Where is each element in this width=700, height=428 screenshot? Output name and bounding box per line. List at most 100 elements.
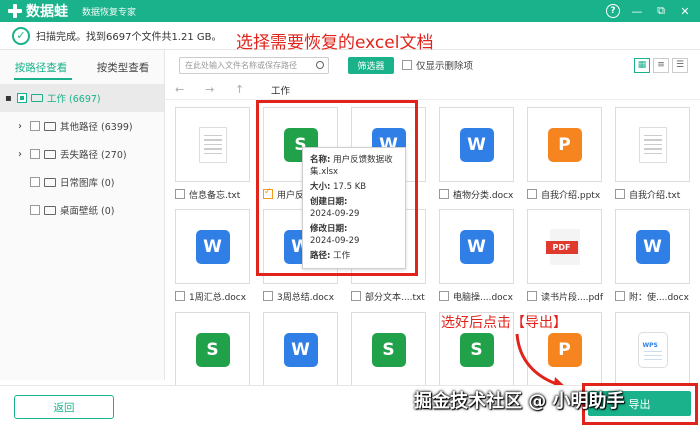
sidebar-tabs: 按路径查看 按类型查看 bbox=[0, 50, 164, 84]
filter-button[interactable]: 筛选器 bbox=[348, 56, 394, 74]
file-checkbox[interactable] bbox=[439, 291, 449, 301]
file-card[interactable]: W bbox=[439, 107, 514, 182]
pdf-file-icon: PDF bbox=[545, 228, 580, 265]
file-toolbar: 在此处输入文件名称或保存路径 筛选器 仅显示删除项 ▦ ≡ ☰ bbox=[165, 50, 700, 80]
tree-checkbox[interactable] bbox=[30, 149, 40, 159]
tree-checkbox[interactable] bbox=[17, 93, 27, 103]
file-card[interactable] bbox=[615, 107, 690, 182]
annotation-export-hint: 选好后点击【导出】 bbox=[441, 315, 567, 331]
file-name: 读书片段....pdf bbox=[541, 292, 604, 303]
file-card[interactable]: S bbox=[175, 312, 250, 385]
file-checkbox[interactable] bbox=[263, 291, 273, 301]
folder-icon bbox=[44, 205, 56, 215]
drive-icon bbox=[31, 94, 43, 102]
file-label[interactable]: 部分文本....txt bbox=[351, 289, 425, 303]
file-label[interactable]: 信息备忘.txt bbox=[175, 187, 240, 201]
file-card[interactable]: WPS bbox=[615, 312, 690, 385]
file-checkbox[interactable] bbox=[439, 189, 449, 199]
show-deleted-label: 仅显示删除项 bbox=[416, 61, 474, 72]
file-card[interactable]: S bbox=[351, 312, 426, 385]
forward-arrow-icon[interactable]: → bbox=[205, 83, 225, 96]
file-checkbox[interactable] bbox=[615, 291, 625, 301]
doc-file-icon: W bbox=[283, 332, 318, 367]
tree-item-daily-gallery[interactable]: 日常图库 (0) bbox=[0, 168, 164, 196]
file-label[interactable]: 读书片段....pdf bbox=[527, 289, 603, 303]
grid-view-icon[interactable]: ▦ bbox=[634, 57, 650, 73]
chevron-right-icon[interactable]: › bbox=[18, 149, 28, 160]
highlight-box-selected-file bbox=[256, 100, 418, 276]
file-label[interactable]: 电脑操....docx bbox=[439, 289, 513, 303]
tree-item-work[interactable]: ▪ 工作 (6697) bbox=[0, 84, 164, 112]
tree-item-label: 桌面壁纸 (0) bbox=[60, 206, 115, 217]
chevron-right-icon[interactable]: › bbox=[18, 121, 28, 132]
file-checkbox[interactable] bbox=[527, 189, 537, 199]
back-button[interactable]: 返回 bbox=[14, 395, 114, 419]
minimize-icon[interactable]: — bbox=[630, 4, 644, 18]
restore-icon[interactable]: ⧉ bbox=[654, 4, 668, 18]
file-checkbox[interactable] bbox=[527, 291, 537, 301]
title-bar: 数据蛙 数据恢复专家 ? — ⧉ ✕ bbox=[0, 0, 700, 22]
watermark-text: 掘金技术社区 @ 小明助手 bbox=[414, 391, 625, 412]
tab-by-type[interactable]: 按类型查看 bbox=[82, 50, 164, 84]
ppt-file-icon: P bbox=[547, 127, 582, 162]
file-label[interactable]: 3周总结.docx bbox=[263, 289, 334, 303]
back-arrow-icon[interactable]: ← bbox=[175, 83, 195, 96]
sidebar: 按路径查看 按类型查看 ▪ 工作 (6697) › 其他路径 (6399) › … bbox=[0, 50, 165, 380]
file-checkbox[interactable] bbox=[615, 189, 625, 199]
tree-item-label: 日常图库 (0) bbox=[60, 178, 115, 189]
file-card[interactable]: W bbox=[175, 209, 250, 284]
tab-by-path[interactable]: 按路径查看 bbox=[0, 50, 82, 84]
file-name: 1周汇总.docx bbox=[189, 292, 247, 303]
file-label[interactable]: 自我介绍.txt bbox=[615, 187, 680, 201]
file-card[interactable]: P bbox=[527, 107, 602, 182]
tree-item-wallpapers[interactable]: 桌面壁纸 (0) bbox=[0, 196, 164, 224]
file-name: 植物分类.docx bbox=[453, 190, 514, 201]
search-icon[interactable] bbox=[316, 60, 324, 69]
doc-file-icon: W bbox=[459, 127, 494, 162]
file-label[interactable]: 植物分类.docx bbox=[439, 187, 513, 201]
file-card[interactable] bbox=[175, 107, 250, 182]
check-circle-icon: ✓ bbox=[12, 26, 30, 45]
file-label[interactable]: 1周汇总.docx bbox=[175, 289, 246, 303]
file-card[interactable]: W bbox=[439, 209, 514, 284]
file-card[interactable]: PDF bbox=[527, 209, 602, 284]
file-name: 部分文本....txt bbox=[365, 292, 425, 303]
file-name: 附：使....docx bbox=[629, 292, 689, 303]
tree-item-label: 丢失路径 (270) bbox=[60, 150, 127, 161]
file-name: 电脑操....docx bbox=[453, 292, 513, 303]
app-name: 数据蛙 bbox=[26, 4, 68, 20]
navigation-bar: ← → ↑ 工作 bbox=[165, 80, 700, 100]
wps-file-icon: WPS bbox=[637, 331, 668, 368]
tree-checkbox[interactable] bbox=[30, 205, 40, 215]
file-card[interactable]: W bbox=[615, 209, 690, 284]
help-icon[interactable]: ? bbox=[606, 4, 620, 18]
expanded-caret-icon[interactable]: ▪ bbox=[5, 93, 15, 104]
tree-item-lost-paths[interactable]: › 丢失路径 (270) bbox=[0, 140, 164, 168]
tree-item-label: 其他路径 (6399) bbox=[60, 122, 133, 133]
tree-checkbox[interactable] bbox=[30, 121, 40, 131]
xls-file-icon: S bbox=[371, 332, 406, 367]
file-name: 3周总结.docx bbox=[277, 292, 335, 303]
file-grid: 信息备忘.txtS用户反...xlsxW....docxW植物分类.docxP自… bbox=[165, 100, 700, 385]
doc-file-icon: W bbox=[195, 229, 230, 264]
close-icon[interactable]: ✕ bbox=[678, 4, 692, 18]
file-label[interactable]: 自我介绍.pptx bbox=[527, 187, 600, 201]
file-checkbox[interactable] bbox=[175, 189, 185, 199]
doc-file-icon: W bbox=[459, 229, 494, 264]
window-controls: ? — ⧉ ✕ bbox=[606, 4, 692, 18]
scan-status-text: 扫描完成。找到6697个文件共1.21 GB。 bbox=[36, 32, 222, 43]
search-input[interactable]: 在此处输入文件名称或保存路径 bbox=[179, 56, 329, 74]
app-subtitle: 数据恢复专家 bbox=[82, 7, 137, 18]
detail-view-icon[interactable]: ☰ bbox=[672, 57, 688, 73]
plus-logo-icon bbox=[8, 4, 22, 18]
show-deleted-only-toggle[interactable]: 仅显示删除项 bbox=[402, 58, 473, 72]
file-checkbox[interactable] bbox=[351, 291, 361, 301]
up-arrow-icon[interactable]: ↑ bbox=[235, 83, 255, 96]
tree-item-other-paths[interactable]: › 其他路径 (6399) bbox=[0, 112, 164, 140]
file-card[interactable]: W bbox=[263, 312, 338, 385]
file-checkbox[interactable] bbox=[175, 291, 185, 301]
file-label[interactable]: 附：使....docx bbox=[615, 289, 689, 303]
list-view-icon[interactable]: ≡ bbox=[653, 57, 669, 73]
tree-checkbox[interactable] bbox=[30, 177, 40, 187]
show-deleted-checkbox[interactable] bbox=[402, 60, 412, 70]
